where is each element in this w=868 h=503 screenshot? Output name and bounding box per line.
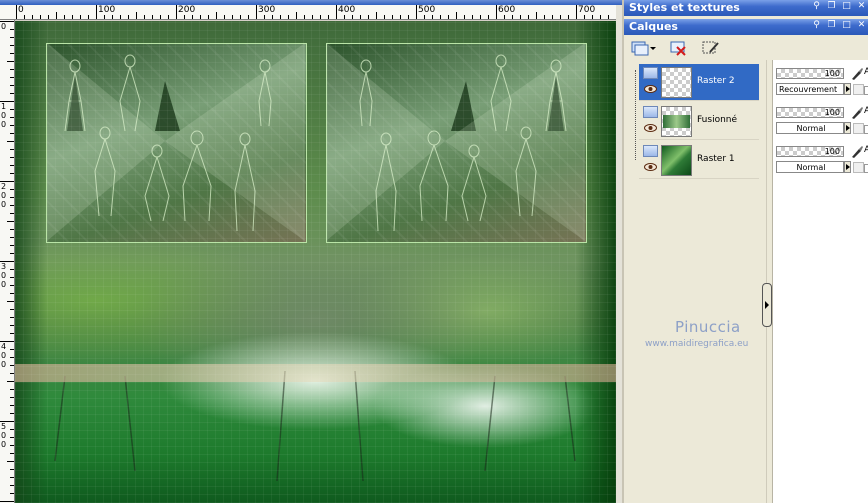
maximize-icon[interactable]: □ (841, 1, 852, 12)
ruler-label: 100 (98, 5, 116, 15)
opacity-slider[interactable]: 100 (776, 68, 844, 79)
ruler-label: 0 (18, 5, 24, 15)
layer-properties-raster-2: 100 Recouvrement A (773, 64, 868, 101)
lock-icon[interactable] (853, 123, 864, 134)
ruler-label: 0 (1, 360, 7, 369)
blend-mode-dropdown-arrow[interactable] (844, 83, 851, 95)
brush-icon[interactable] (850, 67, 864, 81)
delete-layer-button[interactable] (668, 39, 690, 57)
watermark-name: Pinuccia (675, 318, 741, 336)
layers-palette-titlebar[interactable]: Calques ⚲ ❐ □ ✕ (624, 19, 868, 35)
blend-mode-dropdown-arrow[interactable] (844, 122, 851, 134)
visibility-eye-icon[interactable] (644, 85, 657, 93)
dropdown-arrow-icon (650, 47, 656, 50)
maximize-icon[interactable]: □ (841, 20, 852, 31)
layer-type-icon (643, 145, 658, 157)
ruler-label: 0 (1, 191, 7, 200)
styles-palette-titlebar[interactable]: Styles et textures ⚲ ❐ □ ✕ (624, 0, 868, 16)
blend-mode-select[interactable]: Recouvrement (776, 83, 844, 95)
layer-thumbnail (661, 145, 692, 176)
layer-name: Raster 2 (697, 76, 735, 86)
layer-properties: 100 Recouvrement A 100 Normal A 100 Norm… (772, 60, 868, 503)
ruler-label: 0 (1, 271, 7, 280)
layer-name: Fusionné (697, 115, 738, 125)
ruler-label: 2 (1, 182, 7, 191)
layer-row-raster-2[interactable]: Raster 2 (639, 64, 759, 101)
restore-icon[interactable]: ❐ (826, 20, 837, 31)
layer-type-icon (643, 106, 658, 118)
layer-type-icon (643, 67, 658, 79)
styles-palette-title: Styles et textures (629, 1, 740, 14)
layers-list: Raster 2 Fusionné Raster 1 Pinuccia www.… (627, 60, 766, 503)
ruler-label: 0 (1, 280, 7, 289)
visibility-eye-icon[interactable] (644, 124, 657, 132)
link-checkbox[interactable] (864, 164, 868, 173)
layer-row-raster-1[interactable]: Raster 1 (639, 142, 759, 179)
image-canvas[interactable] (15, 21, 616, 503)
lock-transparency-label: A (864, 106, 868, 116)
ruler-label: 500 (418, 5, 436, 15)
right-panels: Styles et textures ⚲ ❐ □ ✕ Calques ⚲ ❐ □… (622, 0, 868, 503)
canvas-area[interactable]: 0 100 200 300 400 500 600 700 0100200300400500 (0, 0, 622, 503)
pin-icon[interactable]: ⚲ (811, 20, 822, 31)
ruler-label: 600 (498, 5, 516, 15)
blend-mode-select[interactable]: Normal (776, 122, 844, 134)
restore-icon[interactable]: ❐ (826, 1, 837, 12)
opacity-slider[interactable]: 100 (776, 146, 844, 157)
ruler-label: 0 (1, 120, 7, 129)
texture-grid (15, 21, 616, 503)
ruler-label: 0 (1, 200, 7, 209)
splitter-handle[interactable] (762, 283, 772, 327)
brush-icon[interactable] (850, 106, 864, 120)
watermark-url: www.maidiregrafica.eu (645, 339, 749, 349)
vertical-ruler: 0100200300400500 (0, 20, 15, 503)
layer-thumbnail (661, 67, 692, 98)
layer-thumbnail (661, 106, 692, 137)
ruler-label: 5 (1, 422, 7, 431)
lock-transparency-label: A (864, 67, 868, 77)
ruler-label: 200 (178, 5, 196, 15)
close-icon[interactable]: ✕ (856, 1, 867, 12)
layer-properties-fusionne: 100 Normal A (773, 103, 868, 140)
ruler-label: 1 (1, 102, 7, 111)
ruler-label: 0 (1, 431, 7, 440)
link-checkbox[interactable] (864, 125, 868, 134)
layer-row-fusionne[interactable]: Fusionné (639, 103, 759, 140)
layer-properties-raster-1: 100 Normal A (773, 142, 868, 179)
close-icon[interactable]: ✕ (856, 20, 867, 31)
lock-icon[interactable] (853, 162, 864, 173)
ruler-label: 700 (578, 5, 596, 15)
ruler-label: 0 (1, 440, 7, 449)
ruler-corner (0, 5, 15, 20)
layer-type-dropdown[interactable] (648, 39, 658, 57)
horizontal-ruler: 0 100 200 300 400 500 600 700 (14, 5, 616, 20)
link-checkbox[interactable] (864, 86, 868, 95)
ruler-label: 0 (1, 111, 7, 120)
lock-icon[interactable] (853, 84, 864, 95)
edit-mask-button[interactable] (700, 39, 722, 57)
edit-mask-icon (702, 41, 719, 54)
delete-layer-icon (670, 41, 686, 56)
ruler-label: 400 (338, 5, 356, 15)
blend-mode-select[interactable]: Normal (776, 161, 844, 173)
blend-mode-dropdown-arrow[interactable] (844, 161, 851, 173)
layers-toolbar (624, 36, 868, 60)
visibility-eye-icon[interactable] (644, 163, 657, 171)
ruler-label: 0 (1, 351, 7, 360)
brush-icon[interactable] (850, 145, 864, 159)
pin-icon[interactable]: ⚲ (811, 1, 822, 12)
ruler-label: 0 (1, 22, 7, 31)
opacity-slider[interactable]: 100 (776, 107, 844, 118)
layer-name: Raster 1 (697, 154, 735, 164)
ruler-label: 4 (1, 342, 7, 351)
ruler-label: 300 (258, 5, 276, 15)
ruler-label: 3 (1, 262, 7, 271)
layers-palette-title: Calques (629, 20, 678, 33)
lock-transparency-label: A (864, 145, 868, 155)
